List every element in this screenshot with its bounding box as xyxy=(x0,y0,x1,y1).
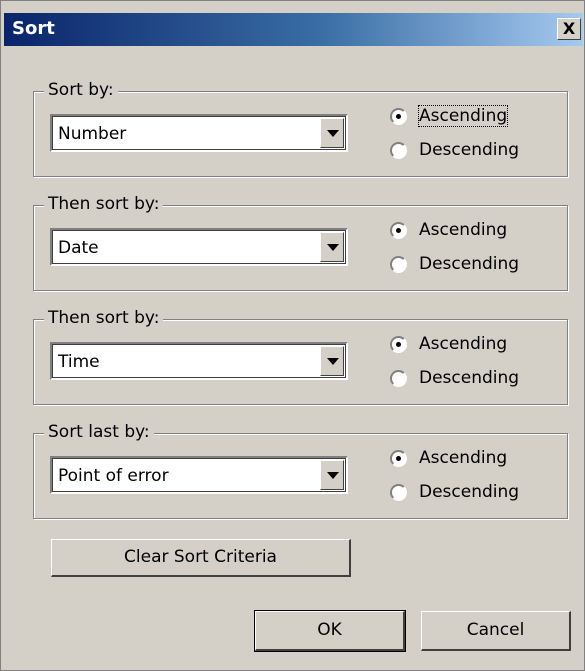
chevron-down-icon[interactable] xyxy=(320,346,344,376)
radio-label: Descending xyxy=(419,140,520,160)
radio-selected-icon[interactable] xyxy=(390,336,407,353)
dropdown-value: Number xyxy=(58,124,127,144)
dropdown-value: Date xyxy=(58,238,99,258)
sort-last-by-dropdown[interactable]: Point of error xyxy=(50,456,348,494)
then-sort-by-group-2: Then sort by: Time Ascending Descending xyxy=(33,308,568,405)
then-sort-by-dropdown-1[interactable]: Date xyxy=(50,228,348,266)
cancel-button[interactable]: Cancel xyxy=(421,611,571,651)
group-label: Then sort by: xyxy=(44,194,164,214)
sort-dialog: Sort X Sort by: Number Ascending Descend… xyxy=(0,0,585,671)
close-icon: X xyxy=(562,19,576,38)
chevron-down-icon[interactable] xyxy=(320,118,344,148)
sort-last-by-group: Sort last by: Point of error Ascending D… xyxy=(33,422,568,519)
group-label: Then sort by: xyxy=(44,308,164,328)
radio-unselected-icon[interactable] xyxy=(390,142,407,159)
title-bar[interactable]: Sort X xyxy=(4,13,583,46)
then-sort-by-dropdown-2[interactable]: Time xyxy=(50,342,348,380)
radio-label: Ascending xyxy=(417,105,509,127)
radio-label: Descending xyxy=(419,254,520,274)
radio-label: Ascending xyxy=(419,448,508,468)
close-button[interactable]: X xyxy=(557,18,581,40)
radio-selected-icon[interactable] xyxy=(390,222,407,239)
group-label: Sort by: xyxy=(44,80,118,100)
dropdown-value: Point of error xyxy=(58,466,169,486)
radio-label: Descending xyxy=(419,368,520,388)
radio-unselected-icon[interactable] xyxy=(390,256,407,273)
radio-unselected-icon[interactable] xyxy=(390,484,407,501)
group-label: Sort last by: xyxy=(44,422,154,442)
dropdown-value: Time xyxy=(58,352,100,372)
sort-by-group: Sort by: Number Ascending Descending xyxy=(33,80,568,177)
radio-unselected-icon[interactable] xyxy=(390,370,407,387)
dialog-title: Sort xyxy=(12,18,55,39)
ok-button[interactable]: OK xyxy=(254,610,406,652)
radio-selected-icon[interactable] xyxy=(390,108,407,125)
radio-label: Ascending xyxy=(419,334,508,354)
radio-label: Descending xyxy=(419,482,520,502)
chevron-down-icon[interactable] xyxy=(320,460,344,490)
sort-by-dropdown[interactable]: Number xyxy=(50,114,348,152)
radio-selected-icon[interactable] xyxy=(390,450,407,467)
chevron-down-icon[interactable] xyxy=(320,232,344,262)
then-sort-by-group-1: Then sort by: Date Ascending Descending xyxy=(33,194,568,291)
clear-sort-criteria-button[interactable]: Clear Sort Criteria xyxy=(51,539,351,577)
radio-label: Ascending xyxy=(419,220,508,240)
